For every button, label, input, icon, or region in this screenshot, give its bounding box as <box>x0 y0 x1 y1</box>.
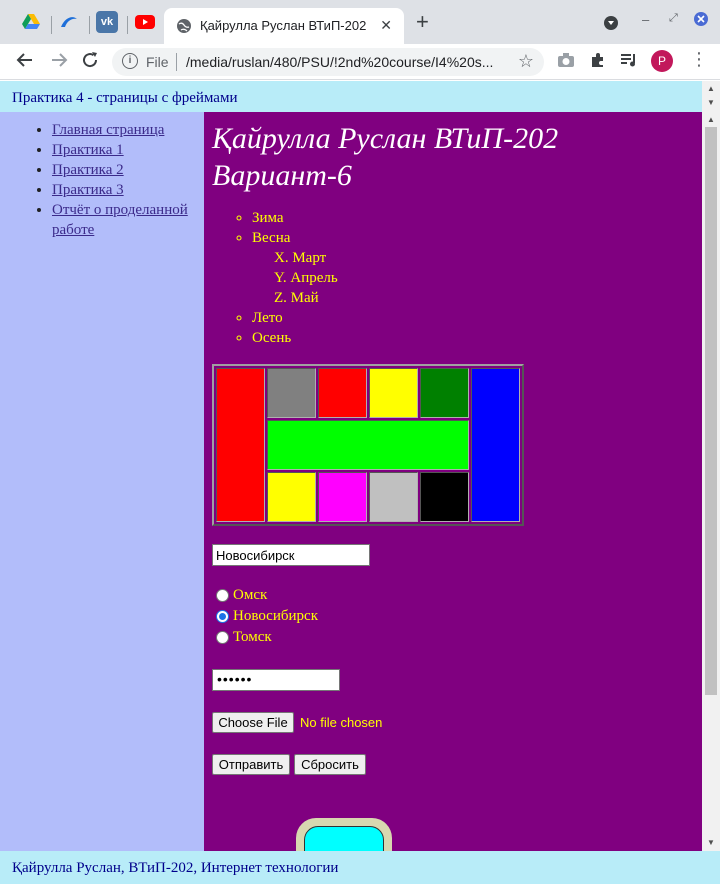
top-frame: Практика 4 - страницы с фреймами <box>0 81 702 112</box>
color-cell <box>216 368 265 522</box>
color-cell <box>267 368 316 418</box>
reload-icon[interactable] <box>81 51 99 74</box>
cyan-rounded-block <box>296 818 392 851</box>
season-item: Зима <box>252 208 338 228</box>
radio-label: Томск <box>233 629 272 645</box>
main-frame: Қайрулла Руслан ВТиП-202 Вариант-6 Зима … <box>204 112 702 851</box>
season-item: Лето <box>252 308 338 328</box>
bottom-frame: Қайрулла Руслан, ВТиП-202, Интернет техн… <box>0 851 720 884</box>
forward-arrow-icon[interactable] <box>50 51 68 74</box>
nav-link-practice-2[interactable]: Практика 2 <box>52 162 124 178</box>
back-arrow-icon[interactable] <box>16 51 34 74</box>
media-queue-icon[interactable] <box>620 52 638 73</box>
color-cell <box>267 420 469 470</box>
restore-icon[interactable]: ⤢ <box>669 12 678 25</box>
radio-button-checked[interactable] <box>216 610 229 623</box>
heading-line-name: Қайрулла Руслан ВТиП-202 <box>212 122 559 155</box>
password-input[interactable]: •••••• <box>212 669 340 691</box>
tab-separator <box>127 16 128 34</box>
address-divider <box>176 53 177 71</box>
nav-item: Главная страница <box>52 120 200 140</box>
color-cell <box>369 472 418 522</box>
heading-line-variant: Вариант-6 <box>212 159 352 192</box>
seasons-list: Зима Весна X. Март Y. Апрель Z. Май Лето… <box>252 208 338 348</box>
color-table <box>212 364 524 526</box>
tab-separator <box>89 16 90 34</box>
pinned-tab-icon[interactable] <box>58 11 80 33</box>
browser-toolbar: i File /media/ruslan/480/PSU/!2nd%20cour… <box>0 44 720 80</box>
close-window-icon[interactable] <box>694 12 708 29</box>
profile-avatar[interactable]: P <box>651 50 673 72</box>
youtube-icon[interactable] <box>134 11 156 33</box>
tab-title: Қайрулла Руслан ВТиП-202 <box>200 18 367 33</box>
radio-button[interactable] <box>216 589 229 602</box>
globe-icon <box>176 18 192 39</box>
month-item: Y. Апрель <box>274 270 338 286</box>
radio-option-novosibirsk[interactable]: Новосибирск <box>216 608 318 625</box>
active-tab[interactable]: Қайрулла Руслан ВТиП-202 ✕ <box>164 8 404 44</box>
page-heading: Қайрулла Руслан ВТиП-202 Вариант-6 <box>212 120 692 194</box>
bookmark-star-icon[interactable]: ☆ <box>518 51 534 72</box>
address-scheme: File <box>146 54 169 70</box>
scroll-up-arrow-icon[interactable]: ▲ <box>707 115 715 124</box>
left-nav-frame: Главная страница Практика 1 Практика 2 П… <box>0 112 204 851</box>
scrollbar-thumb[interactable] <box>705 127 717 695</box>
main-frame-scrollbar[interactable]: ▲ ▼ <box>702 112 720 851</box>
color-cell <box>318 368 367 418</box>
camera-icon[interactable] <box>557 52 575 73</box>
month-item: Z. Май <box>274 290 319 306</box>
info-icon[interactable]: i <box>122 53 138 69</box>
top-frame-title: Практика 4 - страницы с фреймами <box>12 90 238 106</box>
browser-tab-bar: vk Қайрулла Руслан ВТиП-202 ✕ + – ⤢ <box>0 0 720 44</box>
footer-text: Қайрулла Руслан, ВТиП-202, Интернет техн… <box>12 860 339 876</box>
radio-label: Новосибирск <box>233 608 318 624</box>
choose-file-button[interactable]: Choose File <box>212 712 294 733</box>
cyan-inner-block <box>304 826 384 851</box>
radio-option-omsk[interactable]: Омск <box>216 587 267 604</box>
color-cell <box>318 472 367 522</box>
spring-months-list: X. Март Y. Апрель Z. Май <box>274 248 338 308</box>
address-url[interactable]: /media/ruslan/480/PSU/!2nd%20course/I4%2… <box>186 54 506 70</box>
radio-label: Омск <box>233 587 268 603</box>
minimize-icon[interactable]: – <box>642 12 649 27</box>
color-cell <box>369 368 418 418</box>
tab-search-icon[interactable] <box>603 15 619 34</box>
submit-button[interactable]: Отправить <box>212 754 290 775</box>
nav-link-practice-3[interactable]: Практика 3 <box>52 182 124 198</box>
extensions-puzzle-icon[interactable] <box>590 52 606 73</box>
month-item: X. Март <box>274 250 327 266</box>
city-text-input[interactable] <box>212 544 370 566</box>
page-frameset: Практика 4 - страницы с фреймами ▲ ▼ Гла… <box>0 81 720 884</box>
tab-separator <box>51 16 52 34</box>
close-icon[interactable]: ✕ <box>380 17 392 34</box>
nav-item: Отчёт о проделанной работе <box>52 200 200 240</box>
color-cell <box>420 368 469 418</box>
color-cell <box>471 368 520 522</box>
color-cell <box>420 472 469 522</box>
address-bar[interactable]: i File /media/ruslan/480/PSU/!2nd%20cour… <box>112 48 544 76</box>
nav-item: Практика 1 <box>52 140 200 160</box>
nav-list: Главная страница Практика 1 Практика 2 П… <box>52 120 200 240</box>
nav-item: Практика 2 <box>52 160 200 180</box>
scroll-down-arrow-icon[interactable]: ▼ <box>707 838 715 847</box>
season-item: Осень <box>252 328 338 348</box>
season-item: Весна X. Март Y. Апрель Z. Май <box>252 228 338 308</box>
top-frame-scrollbar[interactable]: ▲ ▼ <box>702 81 720 112</box>
season-label: Весна <box>252 230 291 246</box>
menu-kebab-icon[interactable]: ⋮ <box>690 49 708 70</box>
color-cell <box>267 472 316 522</box>
nav-item: Практика 3 <box>52 180 200 200</box>
nav-link-report[interactable]: Отчёт о проделанной работе <box>52 202 188 238</box>
nav-link-home[interactable]: Главная страница <box>52 122 164 138</box>
radio-option-tomsk[interactable]: Томск <box>216 629 272 646</box>
vk-icon[interactable]: vk <box>96 11 118 33</box>
new-tab-icon[interactable]: + <box>416 11 429 33</box>
file-status-text: No file chosen <box>300 715 383 730</box>
reset-button[interactable]: Сбросить <box>294 754 366 775</box>
scroll-down-arrow-icon[interactable]: ▼ <box>707 98 715 107</box>
google-drive-icon[interactable] <box>20 11 42 33</box>
scroll-up-arrow-icon[interactable]: ▲ <box>707 84 715 93</box>
nav-link-practice-1[interactable]: Практика 1 <box>52 142 124 158</box>
radio-button[interactable] <box>216 631 229 644</box>
